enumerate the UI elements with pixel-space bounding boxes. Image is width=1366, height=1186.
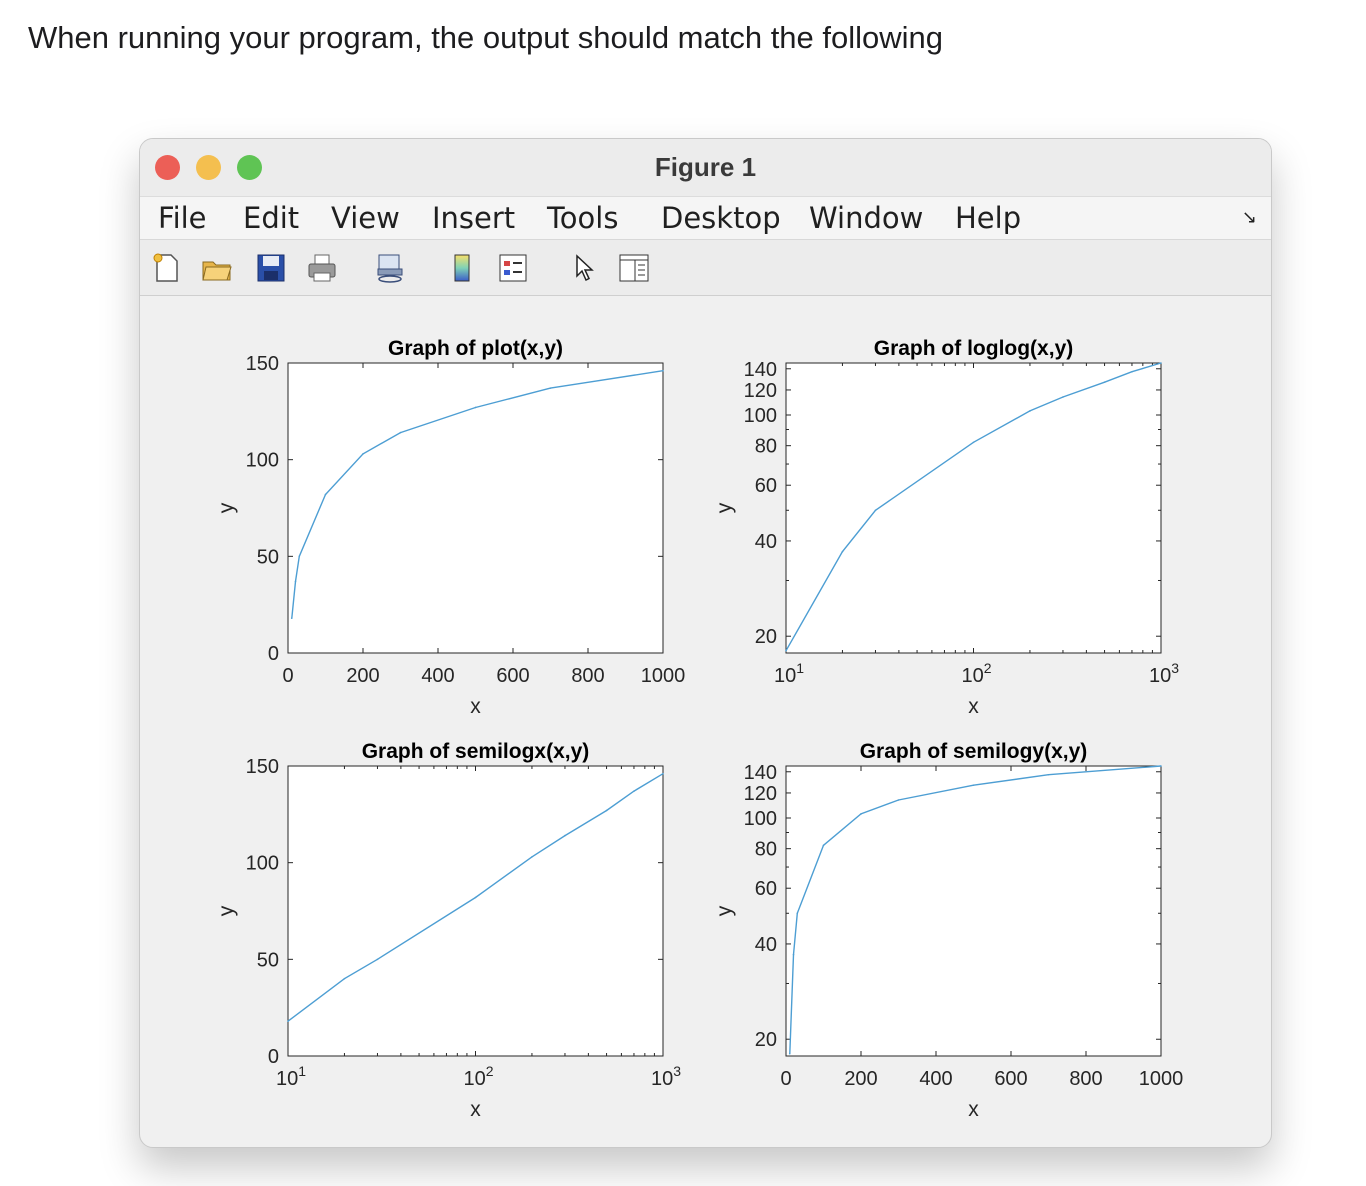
chart-2-plot-area: [785, 362, 1162, 654]
chart-4-ytick-label: 40: [755, 934, 777, 956]
chart-2-data-point: [1103, 381, 1106, 383]
chart-1-data-point: [549, 387, 552, 389]
chart-4-xtick-label: 600: [994, 1068, 1027, 1090]
chart-4-plot-area: [785, 765, 1162, 1057]
chart-3-xtick-label: 101: [276, 1063, 306, 1090]
chart-2-ytick-label: 120: [744, 380, 777, 402]
chart-1-ytick-label: 150: [246, 353, 279, 375]
chart-2-xtick-label: 102: [961, 660, 991, 687]
chart-1-xtick-label: 200: [346, 665, 379, 687]
chart-4-xtick-label: 400: [919, 1068, 952, 1090]
chart-3-axes: 101 102 103 0 50 100 150 Graph of semilogx(x,y)…: [215, 740, 681, 1121]
chart-3-ytick-label: 0: [268, 1046, 279, 1068]
chart-3-data-point: [564, 834, 566, 837]
chart-2-data-point: [874, 509, 877, 512]
intro-text: When running your program, the output sh…: [28, 20, 944, 55]
chart-3-data-point: [662, 772, 664, 775]
chart-1-data-point: [298, 555, 301, 558]
chart-1-xtick-label: 800: [571, 665, 604, 687]
chart-1-data-point: [290, 617, 293, 619]
chart-2-ytick-label: 80: [755, 436, 777, 458]
chart-1-xtick-label: 600: [496, 665, 529, 687]
chart-2-ytick-label: 20: [755, 626, 777, 648]
chart-4-ytick-label: 140: [744, 762, 777, 784]
chart-1-data-point: [399, 431, 402, 434]
chart-4-data-point: [1047, 773, 1050, 776]
chart-3-data-point: [605, 809, 608, 812]
chart-4-data-point: [792, 953, 795, 956]
chart-3-ytick-label: 50: [257, 949, 279, 971]
chart-4-xtick-label: 800: [1069, 1068, 1102, 1090]
chart-3-data-point: [633, 790, 635, 792]
chart-2-ytick-label: 60: [755, 475, 777, 497]
chart-2-xtick-label: 103: [1149, 660, 1179, 687]
chart-2-data-point: [1062, 396, 1064, 398]
chart-1-plot-area: [287, 362, 664, 654]
chart-1-data-point: [362, 453, 364, 455]
chart-3-xtick-label: 102: [463, 1063, 493, 1090]
chart-3-ylabel: y: [215, 905, 238, 916]
chart-4-axes: 0 200 400 600 800 1000 20 40 60 80 100 120140 Graph …: [713, 740, 1183, 1121]
chart-3-data-point: [376, 958, 379, 961]
chart-1-ytick-label: 0: [268, 643, 279, 665]
chart-3-title: Graph of semilogx(x,y): [362, 740, 590, 763]
chart-1-data-point: [474, 406, 477, 409]
chart-1-data-point: [324, 493, 327, 496]
chart-4-ytick-label: 20: [755, 1029, 777, 1051]
chart-3-xtick-label: 103: [651, 1063, 681, 1090]
chart-3-ytick-label: 150: [246, 756, 279, 778]
chart-2-ytick-label: 40: [755, 531, 777, 553]
figure-window: Figure 1 File Edit View Insert Tools Des…: [139, 138, 1272, 1148]
chart-1-data-point: [662, 369, 664, 372]
chart-3-xlabel: x: [470, 1098, 481, 1121]
chart-4-data-point: [860, 813, 862, 815]
chart-1-xtick-label: 0: [282, 665, 293, 687]
figure-plots: 0 200 400 600 800 1000050100150Graph of plot(…: [215, 337, 1183, 1121]
chart-2-xtick-label: 101: [774, 660, 804, 687]
chart-1-ytick-label: 100: [246, 450, 279, 472]
chart-2-data-point: [841, 550, 844, 553]
chart-4-ytick-label: 60: [755, 878, 777, 900]
chart-2-ytick-label: 100: [744, 405, 777, 427]
chart-4-xtick-label: 200: [844, 1068, 877, 1090]
chart-4-data-point: [788, 1052, 791, 1055]
chart-1-title: Graph of plot(x,y): [388, 337, 563, 360]
chart-4-xlabel: x: [968, 1098, 979, 1121]
chart-1-xlabel: x: [470, 695, 481, 718]
chart-4-ytick-label: 80: [755, 839, 777, 861]
chart-4-data-point: [897, 799, 900, 801]
chart-3-ytick-label: 100: [246, 853, 279, 875]
chart-4-ylabel: y: [713, 905, 736, 916]
chart-4-xtick-label: 1000: [1139, 1068, 1184, 1090]
chart-4-data-point: [822, 844, 825, 847]
chart-1-data-point: [294, 580, 297, 583]
chart-1-xtick-label: 400: [421, 665, 454, 687]
chart-2-axes: 101 102 103 20 40 60 80 100 120140 Graph of loglo…: [713, 337, 1179, 718]
chart-4-ytick-label: 100: [744, 808, 777, 830]
chart-2-data-point: [1131, 370, 1133, 373]
chart-4-data-point: [1160, 765, 1162, 767]
chart-4-data-point: [972, 784, 975, 786]
chart-3-data-point: [287, 1020, 289, 1022]
chart-1-ylabel: y: [215, 502, 238, 513]
chart-1-xtick-label: 1000: [641, 665, 686, 687]
chart-3-plot-area: [287, 765, 664, 1057]
chart-2-ytick-label: 140: [744, 359, 777, 381]
chart-3-data-point: [474, 896, 477, 899]
chart-2-title: Graph of loglog(x,y): [874, 337, 1074, 360]
chart-1-ytick-label: 50: [257, 546, 279, 568]
chart-2-data-point: [1029, 410, 1031, 412]
chart-4-ytick-label: 120: [744, 783, 777, 805]
chart-2-data-point: [972, 441, 975, 444]
chart-3-data-point: [343, 977, 346, 980]
chart-4-title: Graph of semilogy(x,y): [860, 740, 1088, 763]
chart-4-xtick-label: 0: [780, 1068, 791, 1090]
chart-1-axes: 0 200 400 600 800 1000 0 50 100 150 Graph of plot(…: [215, 337, 685, 718]
chart-2-xlabel: x: [968, 695, 979, 718]
chart-3-data-point: [531, 856, 533, 858]
chart-2-data-point: [785, 649, 787, 652]
chart-2-ylabel: y: [713, 502, 736, 513]
chart-4-data-point: [796, 912, 799, 915]
chart-2-data-point: [1160, 362, 1162, 364]
